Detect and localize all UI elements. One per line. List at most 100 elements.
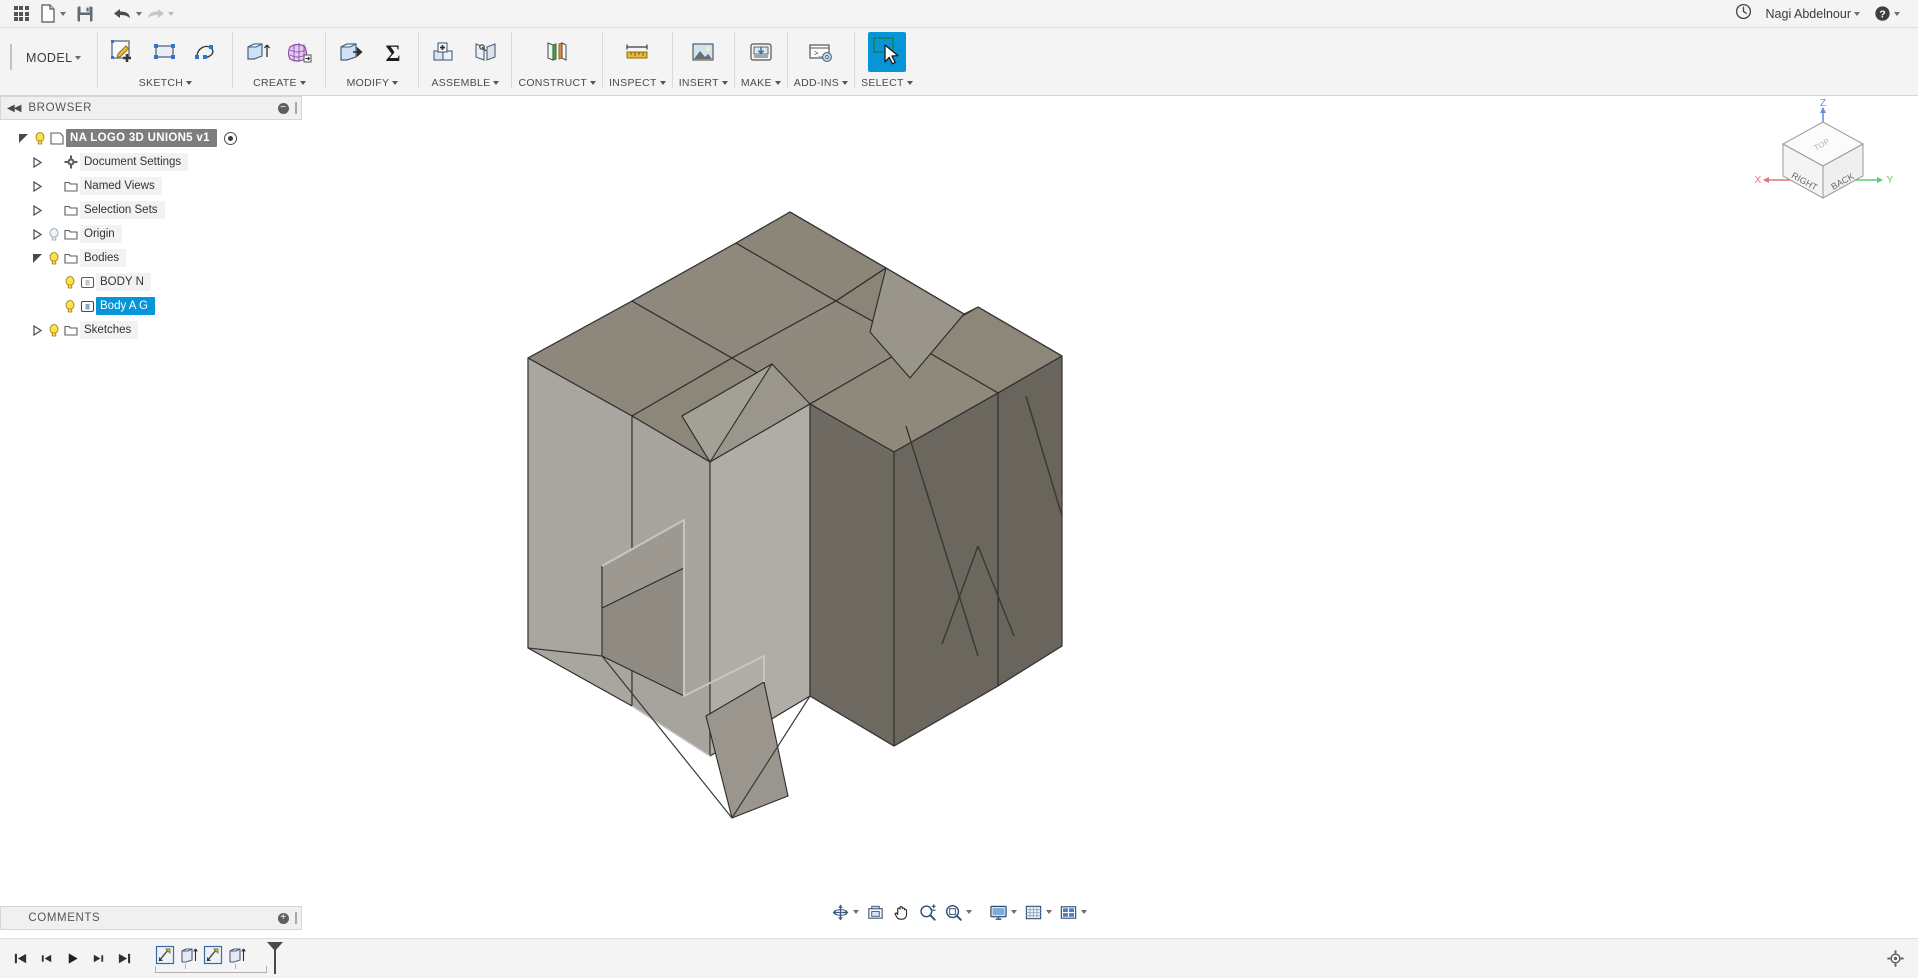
display-settings-caret-icon[interactable] xyxy=(1011,910,1017,914)
tree-node-bodies[interactable]: Bodies xyxy=(0,246,302,270)
panel-label-create[interactable]: CREATE xyxy=(253,74,306,92)
visibility-bulb-icon[interactable] xyxy=(62,275,78,289)
user-menu-button[interactable]: Nagi Abdelnour xyxy=(1766,7,1860,21)
timeline-end-marker[interactable] xyxy=(265,940,285,978)
fit-view-caret-icon[interactable] xyxy=(966,910,972,914)
measure-button[interactable] xyxy=(618,32,656,72)
orbit-caret-icon[interactable] xyxy=(853,910,859,914)
na-logo-3d-model[interactable] xyxy=(302,96,1918,896)
press-pull-button[interactable] xyxy=(332,32,370,72)
panel-label-insert[interactable]: INSERT xyxy=(679,74,728,92)
panel-label-modify[interactable]: MODIFY xyxy=(347,74,399,92)
insert-image-button[interactable] xyxy=(684,32,722,72)
create-mesh-button[interactable] xyxy=(281,32,319,72)
visibility-bulb-icon[interactable] xyxy=(46,323,62,337)
3d-viewport[interactable]: Z X Y RIGHT BACK TOP xyxy=(302,96,1918,896)
panel-label-sketch[interactable]: SKETCH xyxy=(139,74,193,92)
plus-circle-icon[interactable]: + xyxy=(278,912,289,924)
insert-image-icon xyxy=(692,43,714,61)
app-launcher-button[interactable] xyxy=(6,2,36,26)
twisty-open-icon[interactable] xyxy=(28,253,46,264)
redo-button[interactable] xyxy=(144,2,174,26)
twisty-closed-icon[interactable] xyxy=(28,204,46,216)
panel-label-inspect[interactable]: INSPECT xyxy=(609,74,666,92)
ribbon-toolbar: MODEL SKETCH CREATE Σ MODIFY ASSEMBLE CO… xyxy=(0,28,1918,96)
timeline-feature-sketch-1[interactable] xyxy=(154,944,176,966)
offset-plane-button[interactable] xyxy=(538,32,576,72)
spline-button[interactable] xyxy=(188,32,226,72)
display-settings-button[interactable] xyxy=(986,899,1020,925)
orbit-button[interactable] xyxy=(828,899,862,925)
workspace-switcher[interactable]: MODEL xyxy=(20,28,97,88)
twisty-closed-icon[interactable] xyxy=(28,156,46,168)
rectangle-button[interactable] xyxy=(146,32,184,72)
panel-label-addins[interactable]: ADD-INS xyxy=(794,74,849,92)
visibility-bulb-icon[interactable] xyxy=(46,251,62,265)
skip-to-end-icon xyxy=(118,953,130,964)
timeline-feature-extrude-2[interactable] xyxy=(226,944,248,966)
panel-label-select[interactable]: SELECT xyxy=(861,74,913,92)
tree-node-document-settings[interactable]: Document Settings xyxy=(0,150,302,174)
panel-caret-inspect-icon xyxy=(659,81,666,85)
panel-label-make[interactable]: MAKE xyxy=(741,74,781,92)
change-parameters-button[interactable]: Σ xyxy=(374,32,412,72)
scripts-addins-button[interactable]: >_ xyxy=(802,32,840,72)
timeline-feature-sketch-2[interactable] xyxy=(202,944,224,966)
tree-node-sketches[interactable]: Sketches xyxy=(0,318,302,342)
tree-node-named-views[interactable]: Named Views xyxy=(0,174,302,198)
step-back-icon xyxy=(41,954,51,963)
panel-label-assemble[interactable]: ASSEMBLE xyxy=(431,74,500,92)
active-document-radio[interactable] xyxy=(223,131,237,145)
twisty-closed-icon[interactable] xyxy=(28,180,46,192)
undo-button[interactable] xyxy=(112,2,142,26)
tree-node-body-n[interactable]: BODY N xyxy=(0,270,302,294)
zoom-button[interactable] xyxy=(915,899,940,925)
select-button[interactable] xyxy=(867,32,906,72)
joint-button[interactable] xyxy=(467,32,505,72)
twisty-open-icon[interactable] xyxy=(14,133,32,144)
create-sketch-icon xyxy=(111,40,132,62)
minus-circle-icon[interactable]: − xyxy=(278,102,289,114)
tree-node-origin[interactable]: Origin xyxy=(0,222,302,246)
body-icon xyxy=(78,276,96,289)
help-menu-button[interactable]: ? xyxy=(1874,5,1900,22)
axis-x-label: X xyxy=(1755,175,1762,186)
visibility-bulb-icon[interactable] xyxy=(62,299,78,313)
grid-snaps-caret-icon[interactable] xyxy=(1046,910,1052,914)
step-forward-button[interactable] xyxy=(87,947,109,971)
play-button[interactable] xyxy=(61,947,83,971)
visibility-bulb-icon[interactable] xyxy=(32,131,48,145)
extrude-button[interactable] xyxy=(239,32,277,72)
timeline-feature-extrude-1[interactable] xyxy=(178,944,200,966)
step-back-button[interactable] xyxy=(35,947,57,971)
look-at-button[interactable] xyxy=(863,899,888,925)
document-settings-label: Document Settings xyxy=(80,153,189,171)
view-cube[interactable]: Z X Y RIGHT BACK TOP xyxy=(1748,96,1898,216)
timeline-tick xyxy=(185,963,186,969)
skip-to-end-button[interactable] xyxy=(113,947,135,971)
3d-print-button[interactable] xyxy=(742,32,780,72)
twisty-closed-icon[interactable] xyxy=(28,228,46,240)
skip-to-beginning-button[interactable] xyxy=(9,947,31,971)
twisty-closed-icon[interactable] xyxy=(28,324,46,336)
pan-button[interactable] xyxy=(889,899,914,925)
new-file-caret-icon xyxy=(60,11,66,16)
create-sketch-button[interactable] xyxy=(104,32,142,72)
tree-node-body-a-g[interactable]: Body A G xyxy=(0,294,302,318)
grid-snaps-button[interactable] xyxy=(1021,899,1055,925)
new-component-button[interactable] xyxy=(425,32,463,72)
viewports-button[interactable] xyxy=(1056,899,1090,925)
browser-resize-grip[interactable] xyxy=(295,102,297,114)
new-file-button[interactable] xyxy=(38,2,68,26)
timeline-settings[interactable] xyxy=(1887,950,1918,967)
comments-resize-grip[interactable] xyxy=(295,912,297,924)
double-chevron-left-icon[interactable]: ◀◀ xyxy=(7,103,21,114)
panel-label-construct[interactable]: CONSTRUCT xyxy=(518,74,597,92)
tree-node-document[interactable]: NA LOGO 3D UNION5 v1 xyxy=(0,126,302,150)
visibility-bulb-off-icon[interactable] xyxy=(46,227,62,241)
viewports-caret-icon[interactable] xyxy=(1081,910,1087,914)
save-button[interactable] xyxy=(70,2,100,26)
tree-node-selection-sets[interactable]: Selection Sets xyxy=(0,198,302,222)
version-history-button[interactable] xyxy=(1735,3,1752,25)
fit-view-button[interactable] xyxy=(941,899,975,925)
